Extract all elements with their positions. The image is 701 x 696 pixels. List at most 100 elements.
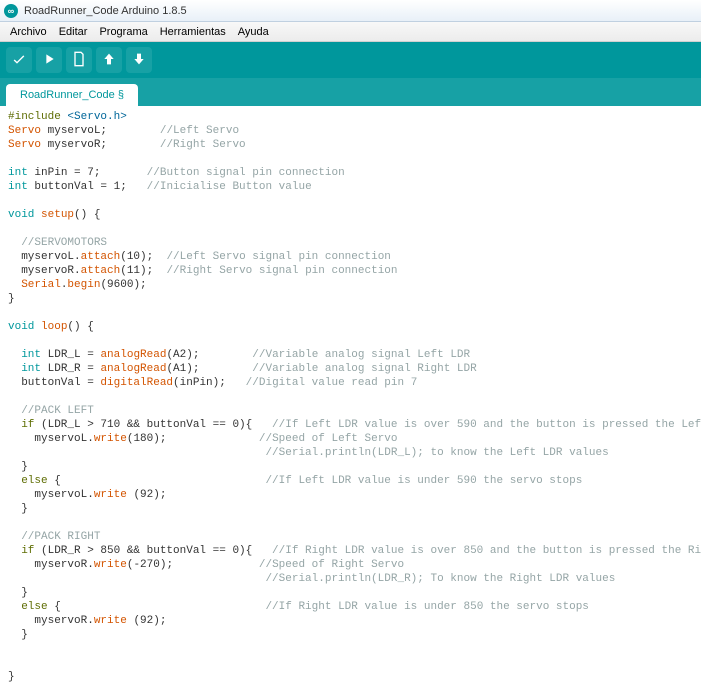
code-text: void xyxy=(8,321,34,333)
code-text: //Left Servo signal pin connection xyxy=(166,251,390,263)
code-text: Servo xyxy=(8,125,41,137)
code-text: if xyxy=(8,419,34,431)
code-text: int xyxy=(8,349,41,361)
code-text: //PACK RIGHT xyxy=(8,531,100,543)
menu-herramientas[interactable]: Herramientas xyxy=(154,26,232,38)
code-text: //Speed of Left Servo xyxy=(259,433,398,445)
code-text: Serial xyxy=(21,279,61,291)
code-text: } xyxy=(8,587,28,599)
code-text: myservoR. xyxy=(8,559,94,571)
code-text: //Inicialise Button value xyxy=(147,181,312,193)
code-text: //Speed of Right Servo xyxy=(259,559,404,571)
code-text: //If Right LDR value is under 850 the se… xyxy=(265,601,588,613)
code-text: LDR_L = xyxy=(41,349,100,361)
code-text: else xyxy=(8,475,48,487)
code-text: //PACK LEFT xyxy=(8,405,94,417)
code-text: (inPin); xyxy=(173,377,246,389)
code-text: } xyxy=(8,629,28,641)
code-text: setup xyxy=(41,209,74,221)
code-text: (180); xyxy=(127,433,259,445)
code-text: analogRead xyxy=(100,363,166,375)
code-text: else xyxy=(8,601,48,613)
code-text: myservoL. xyxy=(8,251,81,263)
code-text: //Variable analog signal Left LDR xyxy=(252,349,470,361)
arduino-logo-icon: ∞ xyxy=(4,4,18,18)
code-text: } xyxy=(8,293,15,305)
menu-editar[interactable]: Editar xyxy=(53,26,94,38)
code-text: (A1); xyxy=(166,363,252,375)
code-text: if xyxy=(8,545,34,557)
window-title: RoadRunner_Code Arduino 1.8.5 xyxy=(24,5,187,17)
check-icon xyxy=(11,51,27,70)
code-text: //Variable analog signal Right LDR xyxy=(252,363,476,375)
code-text: attach xyxy=(81,251,121,263)
code-text: //If Left LDR value is under 590 the ser… xyxy=(265,475,582,487)
arrow-down-icon xyxy=(131,51,147,70)
menu-programa[interactable]: Programa xyxy=(93,26,153,38)
verify-button[interactable] xyxy=(6,47,32,73)
code-text: attach xyxy=(81,265,121,277)
code-text: write xyxy=(94,489,127,501)
code-text: begin xyxy=(67,279,100,291)
menu-archivo[interactable]: Archivo xyxy=(4,26,53,38)
code-text: inPin = 7; xyxy=(28,167,147,179)
code-editor[interactable]: #include <Servo.h> Servo myservoL; //Lef… xyxy=(0,106,701,696)
code-text: #include xyxy=(8,111,67,123)
code-text: //Right Servo xyxy=(160,139,246,151)
code-text: (10); xyxy=(120,251,166,263)
code-text: //If Right LDR value is over 850 and the… xyxy=(272,545,701,557)
code-text xyxy=(8,279,21,291)
code-text: //Right Servo signal pin connection xyxy=(166,265,397,277)
code-text: myservoL. xyxy=(8,489,94,501)
code-text: void xyxy=(8,209,34,221)
code-text: loop xyxy=(41,321,67,333)
code-text: int xyxy=(8,167,28,179)
code-text: //SERVOMOTORS xyxy=(8,237,107,249)
code-text: //Button signal pin connection xyxy=(147,167,345,179)
code-text: myservoR. xyxy=(8,265,81,277)
code-text: (LDR_R > 850 && buttonVal == 0){ xyxy=(34,545,272,557)
upload-button[interactable] xyxy=(36,47,62,73)
code-text: } xyxy=(8,461,28,473)
code-text: buttonVal = xyxy=(8,377,100,389)
code-text: int xyxy=(8,181,28,193)
code-text: //Serial.println(LDR_L); to know the Lef… xyxy=(8,447,609,459)
code-text: { xyxy=(48,601,266,613)
code-text: myservoR; xyxy=(41,139,160,151)
code-text: myservoR. xyxy=(8,615,94,627)
tabbar: RoadRunner_Code § xyxy=(0,78,701,106)
code-text: (92); xyxy=(127,489,167,501)
code-text: analogRead xyxy=(100,349,166,361)
file-icon xyxy=(71,51,87,70)
menu-ayuda[interactable]: Ayuda xyxy=(232,26,275,38)
code-text: (11); xyxy=(120,265,166,277)
new-button[interactable] xyxy=(66,47,92,73)
window-titlebar: ∞ RoadRunner_Code Arduino 1.8.5 xyxy=(0,0,701,22)
code-text: <Servo.h> xyxy=(67,111,126,123)
code-text: //Serial.println(LDR_R); To know the Rig… xyxy=(8,573,615,585)
code-text: { xyxy=(48,475,266,487)
menubar: Archivo Editar Programa Herramientas Ayu… xyxy=(0,22,701,42)
toolbar xyxy=(0,42,701,78)
code-text: //Digital value read pin 7 xyxy=(246,377,418,389)
open-button[interactable] xyxy=(96,47,122,73)
code-text: write xyxy=(94,615,127,627)
code-text: //Left Servo xyxy=(160,125,239,137)
code-text: myservoL; xyxy=(41,125,160,137)
save-button[interactable] xyxy=(126,47,152,73)
code-text: write xyxy=(94,433,127,445)
code-text: write xyxy=(94,559,127,571)
code-text: () { xyxy=(74,209,100,221)
code-text: buttonVal = 1; xyxy=(28,181,147,193)
arrow-right-icon xyxy=(41,51,57,70)
code-text: int xyxy=(8,363,41,375)
arrow-up-icon xyxy=(101,51,117,70)
tab-roadrunner-code[interactable]: RoadRunner_Code § xyxy=(6,84,138,106)
code-text: Servo xyxy=(8,139,41,151)
code-text: } xyxy=(8,503,28,515)
code-text: (LDR_L > 710 && buttonVal == 0){ xyxy=(34,419,272,431)
code-text: (-270); xyxy=(127,559,259,571)
code-text: //If Left LDR value is over 590 and the … xyxy=(272,419,701,431)
code-text: digitalRead xyxy=(100,377,173,389)
code-text: LDR_R = xyxy=(41,363,100,375)
